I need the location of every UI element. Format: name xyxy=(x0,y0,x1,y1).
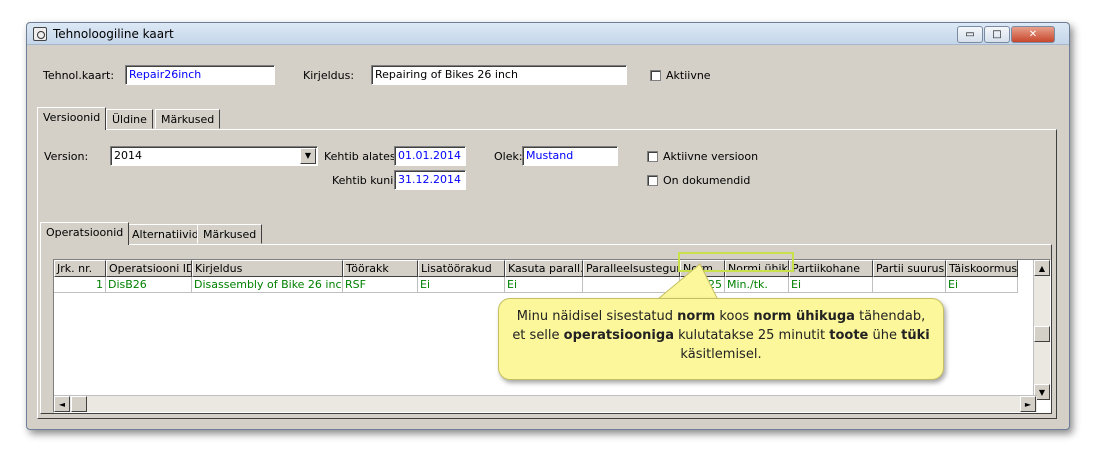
main-tab-strip: Versioonid Üldine Märkused xyxy=(37,107,337,130)
kehtib-kuni-field[interactable]: 31.12.2014 xyxy=(394,170,466,190)
kehtib-kuni-label: Kehtib kuni: xyxy=(332,174,397,187)
close-button[interactable]: ✕ xyxy=(1011,26,1055,43)
callout-text: Minu näidisel sisestatud norm koos norm … xyxy=(512,309,929,362)
version-value: 2014 xyxy=(114,149,142,162)
col-toorakk[interactable]: Töörakk xyxy=(343,260,418,277)
kehtib-alates-field[interactable]: 01.01.2014 xyxy=(394,146,466,166)
col-partiikohane[interactable]: Partiikohane xyxy=(789,260,873,277)
sub-tab-strip: Operatsioonid Alternatiivid Märkused xyxy=(40,222,340,245)
col-jrk-nr[interactable]: Jrk. nr. xyxy=(54,260,106,277)
kirjeldus-label: Kirjeldus: xyxy=(303,69,355,82)
cell-partiikohane[interactable]: Ei xyxy=(789,277,873,293)
callout-text-run: Minu näidisel sisestatud xyxy=(516,309,678,324)
olek-field[interactable]: Mustand xyxy=(522,146,618,166)
callout-text-run: käsitlemisel. xyxy=(680,347,762,362)
table-row[interactable]: 1 DisB26 Disassembly of Bike 26 inch RSF… xyxy=(54,277,1018,293)
version-label: Version: xyxy=(44,150,89,163)
tab-operatsioonid[interactable]: Operatsioonid xyxy=(40,222,130,245)
chevron-down-icon[interactable]: ▼ xyxy=(300,148,316,164)
tab-alternatiivid[interactable]: Alternatiivid xyxy=(126,224,205,244)
col-taiskoormus[interactable]: Täiskoormus xyxy=(946,260,1018,277)
callout-bold-term: toote xyxy=(829,328,869,343)
aktiivne-versioon-label: Aktiivne versioon xyxy=(663,150,759,163)
title-bar[interactable]: Tehnoloogiline kaart ▭ □ ✕ xyxy=(27,23,1069,45)
tab-sub-markused[interactable]: Märkused xyxy=(197,224,263,244)
cell-jrk-nr[interactable]: 1 xyxy=(54,277,106,293)
on-dokumendid-checkbox[interactable] xyxy=(647,175,658,186)
callout-text-run: ühe xyxy=(868,328,902,343)
grid-header: Jrk. nr. Operatsiooni ID Kirjeldus Tööra… xyxy=(54,260,1018,277)
aktiivne-versioon-checkbox[interactable] xyxy=(647,151,658,162)
tab-markused[interactable]: Märkused xyxy=(155,109,221,129)
tab-uldine[interactable]: Üldine xyxy=(106,109,153,129)
callout-bold-term: norm ühikuga xyxy=(753,309,855,324)
col-partii-suurus[interactable]: Partii suurus xyxy=(873,260,946,277)
maximize-button[interactable]: □ xyxy=(984,26,1010,43)
cell-lisatoorakud[interactable]: Ei xyxy=(418,277,505,293)
aktiivne-label: Aktiivne xyxy=(666,69,711,82)
kehtib-alates-label: Kehtib alates: xyxy=(324,150,400,163)
tab-versioonid[interactable]: Versioonid xyxy=(37,107,107,130)
callout-bold-term: operatsiooniga xyxy=(563,328,674,343)
cell-kasuta-parall[interactable]: Ei xyxy=(505,277,583,293)
olek-label: Olek: xyxy=(494,150,523,163)
annotation-callout: Minu näidisel sisestatud norm koos norm … xyxy=(498,298,944,380)
callout-bold-term: norm xyxy=(677,309,716,324)
tehnol-kaart-field[interactable]: Repair26inch xyxy=(125,65,275,85)
callout-text-run: kulutatakse 25 minutit xyxy=(673,328,830,343)
aktiivne-checkbox[interactable] xyxy=(650,70,661,81)
cell-kirjeldus[interactable]: Disassembly of Bike 26 inch xyxy=(192,277,343,293)
col-operatsiooni-id[interactable]: Operatsiooni ID xyxy=(106,260,192,277)
app-gear-icon xyxy=(33,27,47,41)
scroll-thumb[interactable] xyxy=(1034,326,1050,342)
version-select[interactable]: 2014 ▼ xyxy=(110,146,318,166)
horizontal-scrollbar[interactable]: ◄ ► xyxy=(54,395,1037,412)
col-lisatoorakud[interactable]: Lisatöörakud xyxy=(418,260,505,277)
callout-text-run: koos xyxy=(715,309,754,324)
scroll-up-icon[interactable]: ▲ xyxy=(1034,260,1050,276)
tehnol-kaart-label: Tehnol.kaart: xyxy=(43,69,115,82)
horizontal-scroll-thumb[interactable] xyxy=(71,396,87,412)
cell-partii-suurus[interactable] xyxy=(873,277,946,293)
window-title: Tehnoloogiline kaart xyxy=(53,27,174,41)
scroll-right-icon[interactable]: ► xyxy=(1020,396,1036,412)
kirjeldus-field[interactable]: Repairing of Bikes 26 inch xyxy=(371,65,627,85)
col-kirjeldus[interactable]: Kirjeldus xyxy=(192,260,343,277)
callout-bold-term: tüki xyxy=(901,328,930,343)
cell-toorakk[interactable]: RSF xyxy=(343,277,418,293)
on-dokumendid-label: On dokumendid xyxy=(663,174,751,187)
minimize-button[interactable]: ▭ xyxy=(957,26,983,43)
cell-normi-uhik[interactable]: Min./tk. xyxy=(725,277,789,293)
cell-operatsiooni-id[interactable]: DisB26 xyxy=(106,277,192,293)
vertical-scrollbar[interactable]: ▲ ▼ xyxy=(1033,260,1050,400)
cell-taiskoormus[interactable]: Ei xyxy=(946,277,1018,293)
scroll-left-icon[interactable]: ◄ xyxy=(54,396,70,412)
col-kasuta-parall[interactable]: Kasuta parall. xyxy=(505,260,583,277)
